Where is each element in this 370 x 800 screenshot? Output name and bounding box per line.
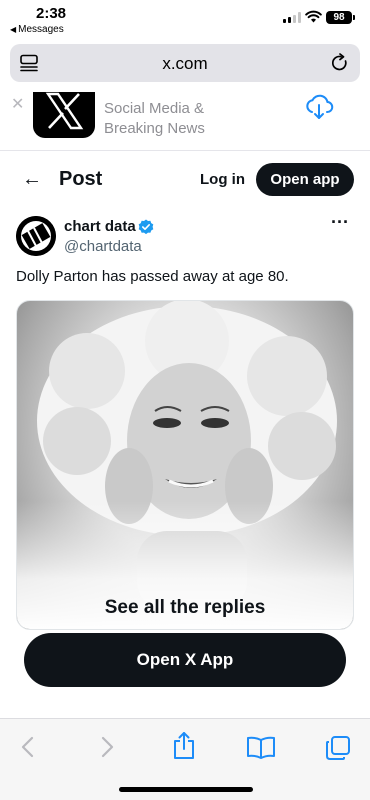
status-time: 2:38	[36, 5, 67, 22]
x-logo-icon	[45, 92, 84, 130]
avatar[interactable]	[16, 216, 56, 256]
bookmarks-icon[interactable]	[246, 735, 276, 759]
home-indicator	[119, 787, 253, 792]
banner-line-1: Social Media &	[104, 100, 205, 117]
verified-badge-icon	[138, 219, 154, 235]
login-link[interactable]: Log in	[200, 171, 245, 188]
battery-icon: 98	[326, 11, 355, 24]
tweet-text: Dolly Parton has passed away at age 80.	[16, 268, 289, 285]
url-text[interactable]: x.com	[10, 54, 360, 74]
banner-line-2: Breaking News	[104, 120, 205, 137]
address-bar[interactable]: x.com	[10, 44, 360, 82]
tweet-photo[interactable]: See all the replies	[16, 300, 354, 630]
open-x-app-button[interactable]: Open X App	[24, 633, 346, 687]
reload-icon[interactable]	[330, 53, 350, 73]
share-icon[interactable]	[172, 731, 196, 761]
back-app-label: Messages	[18, 24, 64, 35]
back-to-app-link[interactable]: ◀ Messages	[10, 24, 64, 35]
chartdata-logo-icon	[16, 216, 56, 256]
x-app-logo	[33, 92, 95, 138]
back-triangle-icon: ◀	[10, 25, 17, 34]
more-options-icon[interactable]: ···	[331, 212, 349, 233]
tabs-icon[interactable]	[325, 735, 351, 761]
page-title: Post	[59, 168, 103, 190]
back-icon[interactable]	[20, 735, 36, 759]
open-app-button[interactable]: Open app	[256, 163, 354, 196]
author-handle[interactable]: @chartdata	[64, 238, 142, 255]
close-banner-icon[interactable]: ✕	[11, 94, 24, 114]
banner-divider	[0, 150, 370, 151]
app-store-banner: ✕ Social Media & Breaking News	[0, 92, 370, 150]
author-name[interactable]: chart data	[64, 218, 136, 235]
forward-icon[interactable]	[99, 735, 115, 759]
cellular-signal-icon	[283, 12, 301, 23]
see-replies-text[interactable]: See all the replies	[17, 597, 353, 619]
back-arrow-icon[interactable]: ←	[22, 168, 42, 191]
wifi-icon	[305, 10, 322, 23]
status-bar: 2:38 ◀ Messages 98	[0, 0, 370, 40]
cloud-download-icon[interactable]	[304, 94, 334, 120]
